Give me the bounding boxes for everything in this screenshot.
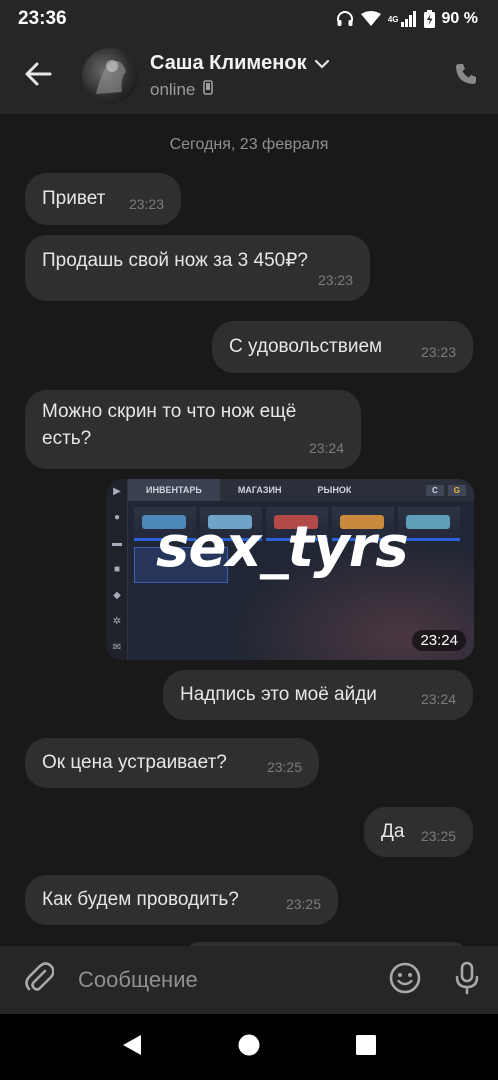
contact-info[interactable]: Саша Клименок online xyxy=(150,52,434,100)
message-incoming[interactable]: Ок цена устраивает? 23:25 xyxy=(25,738,319,788)
message-composer xyxy=(0,946,498,1014)
status-icons: 4G 90 % xyxy=(336,10,478,28)
message-incoming[interactable]: Можно скрин то что нож ещё есть? 23:24 xyxy=(25,390,361,469)
message-time: 23:25 xyxy=(285,896,321,912)
message-text: Ок цена устраивает? xyxy=(42,752,227,773)
game-sidebar: ▶ ● ▬ ■ ◆ ✲ ✉ xyxy=(106,479,128,660)
wifi-icon xyxy=(360,11,381,27)
message-time: 23:25 xyxy=(266,759,302,775)
contact-status: online xyxy=(150,80,196,99)
game-tab: МАГАЗИН xyxy=(237,485,282,495)
message-time: 23:23 xyxy=(317,272,353,288)
back-button[interactable] xyxy=(0,38,76,114)
nav-home-button[interactable] xyxy=(224,1022,274,1072)
message-text: Как будем проводить? xyxy=(42,889,239,910)
voice-button[interactable] xyxy=(436,946,498,1014)
recents-square-icon xyxy=(355,1034,376,1060)
message-time: 23:24 xyxy=(308,440,344,456)
phone-icon xyxy=(454,62,478,91)
back-triangle-icon xyxy=(122,1034,142,1061)
message-input[interactable] xyxy=(78,955,374,1005)
message-time: 23:23 xyxy=(420,344,456,360)
message-incoming[interactable]: Привет 23:23 xyxy=(25,173,181,225)
nav-back-button[interactable] xyxy=(107,1022,157,1072)
date-separator: Сегодня, 23 февраля xyxy=(169,136,329,153)
message-outgoing[interactable]: Надпись это моё айди 23:24 xyxy=(163,670,473,720)
game-tab: РЫНОК xyxy=(317,485,352,495)
message-time: 23:23 xyxy=(128,196,164,212)
battery-icon xyxy=(423,10,435,28)
status-time: 23:36 xyxy=(18,8,67,29)
game-tab: ИНВЕНТАРЬ xyxy=(128,479,220,501)
chat-header: Саша Клименок online xyxy=(0,38,498,114)
headphones-icon xyxy=(336,10,354,28)
avatar[interactable] xyxy=(82,48,138,104)
message-time: 23:24 xyxy=(420,691,456,707)
back-arrow-icon xyxy=(24,62,52,91)
contact-status-row: online xyxy=(150,80,434,100)
chevron-down-icon xyxy=(314,52,329,75)
image-message[interactable]: ▶ ● ▬ ■ ◆ ✲ ✉ ИНВЕНТАРЬ МАГАЗИН РЫНОК CG sex_t… xyxy=(106,479,474,660)
message-time: 23:25 xyxy=(420,828,456,844)
contact-name-row: Саша Клименок xyxy=(150,52,434,75)
game-tabs: ИНВЕНТАРЬ МАГАЗИН РЫНОК CG xyxy=(128,479,474,501)
message-incoming[interactable]: Продашь свой нож за 3 450₽? 23:23 xyxy=(25,235,370,301)
image-time: 23:24 xyxy=(412,630,466,651)
status-bar: 23:36 4G 90 % xyxy=(0,0,498,38)
message-list[interactable]: Сегодня, 23 февраля Привет 23:23 Продашь… xyxy=(0,114,498,946)
attach-button[interactable] xyxy=(0,946,78,1014)
signal-icon: 4G xyxy=(388,11,417,27)
image-overlay-text: sex_tyrs xyxy=(156,515,409,580)
message-text: Продашь свой нож за 3 450₽? xyxy=(42,250,308,271)
message-outgoing[interactable]: С удовольствием 23:23 xyxy=(212,321,473,373)
message-text: Надпись это моё айди xyxy=(180,684,377,705)
emoji-button[interactable] xyxy=(374,946,436,1014)
home-circle-icon xyxy=(238,1034,260,1061)
message-text: Можно скрин то что нож ещё есть? xyxy=(42,401,297,449)
system-navbar xyxy=(0,1014,498,1080)
microphone-icon xyxy=(455,961,479,1000)
message-outgoing[interactable]: Да 23:25 xyxy=(364,807,473,857)
nav-recents-button[interactable] xyxy=(341,1022,391,1072)
game-currency: CG xyxy=(425,484,474,496)
battery-percent: 90 % xyxy=(441,10,478,27)
network-type: 4G xyxy=(387,14,399,24)
emoji-icon xyxy=(389,962,421,999)
mobile-icon xyxy=(203,80,214,100)
paperclip-icon xyxy=(24,961,55,999)
call-button[interactable] xyxy=(434,38,498,114)
message-incoming[interactable]: Как будем проводить? 23:25 xyxy=(25,875,338,925)
contact-name: Саша Клименок xyxy=(150,52,307,74)
